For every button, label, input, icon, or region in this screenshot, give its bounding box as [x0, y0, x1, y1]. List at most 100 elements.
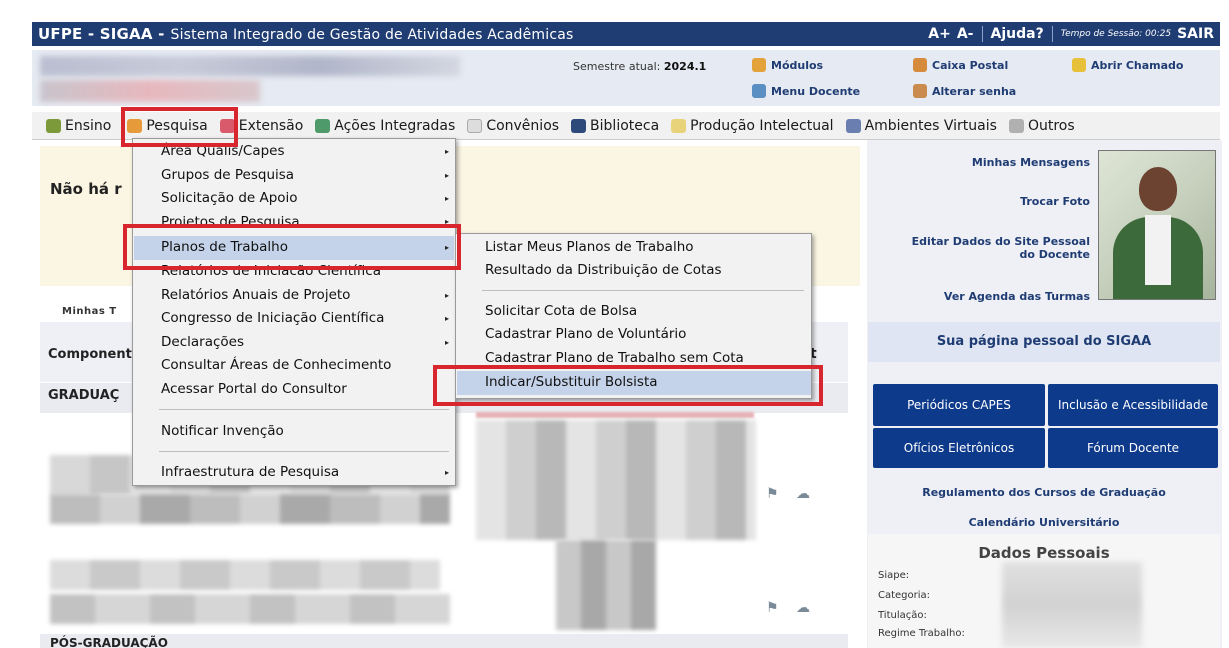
help-link[interactable]: Ajuda? [991, 26, 1044, 42]
exit-link[interactable]: SAIR [1177, 26, 1214, 42]
section-pos-graduacao: PÓS-GRADUAÇÃO [50, 636, 168, 648]
column-componente: Component [48, 347, 132, 362]
highlight-indicar-bolsista [433, 365, 823, 406]
forum-docente-button[interactable]: Fórum Docente [1048, 428, 1218, 468]
submenu-arrow-icon: ▸ [445, 291, 450, 300]
editar-dados-link[interactable]: Editar Dados do Site Pessoal do Docente [880, 235, 1090, 261]
sm-listar-planos[interactable]: Listar Meus Planos de Trabalho [485, 239, 694, 255]
alterar-senha-link[interactable]: Alterar senha [913, 84, 1016, 98]
pagina-pessoal-link[interactable]: Sua página pessoal do SIGAA [868, 322, 1220, 362]
sm-solicitar-cota[interactable]: Solicitar Cota de Bolsa [485, 303, 637, 319]
profile-photo [1098, 150, 1216, 300]
blurred-row [50, 594, 450, 624]
outros-icon [1008, 118, 1024, 133]
dados-pessoais-title: Dados Pessoais [978, 544, 1110, 562]
dd-infraestrutura[interactable]: Infraestrutura de Pesquisa [161, 464, 339, 480]
ambientes-icon [845, 118, 861, 133]
photo-head [1139, 167, 1177, 211]
dd-projetos-pesquisa[interactable]: Projetos de Pesquisa [161, 214, 300, 224]
trocar-foto-link[interactable]: Trocar Foto [900, 195, 1090, 208]
modulos-icon [752, 58, 766, 72]
menu-separator [482, 290, 804, 291]
dd-declaracoes[interactable]: Declarações [161, 334, 244, 350]
submenu-arrow-icon: ▸ [445, 338, 450, 347]
chat-icon[interactable]: ☁ [796, 486, 810, 502]
mailbox-icon [913, 58, 927, 72]
regime-label: Regime Trabalho: [878, 628, 965, 639]
convenios-icon [467, 118, 483, 133]
submenu-arrow-icon: ▸ [445, 194, 450, 203]
titulacao-label: Titulação: [878, 610, 927, 621]
biblioteca-icon [571, 118, 587, 133]
submenu-arrow-icon: ▸ [445, 147, 450, 156]
abrir-chamado-link[interactable]: Abrir Chamado [1072, 58, 1183, 72]
session-timer: Tempo de Sessão: 00:25 [1060, 29, 1172, 39]
pesquisa-dropdown: Área Qualis/Capes ▸ Grupos de Pesquisa ▸… [132, 138, 456, 486]
blurred-cell [476, 420, 756, 540]
dd-consultar-areas[interactable]: Consultar Áreas de Conhecimento [161, 357, 391, 373]
top-bar: UFPE - SIGAA - Sistema Integrado de Gestã… [32, 22, 1220, 46]
ticket-icon [1072, 58, 1086, 72]
announce-icon[interactable]: ⚑ [766, 486, 779, 502]
font-decrease-button[interactable]: A- [957, 26, 974, 42]
modulos-link[interactable]: Módulos [752, 58, 823, 72]
minhas-mensagens-link[interactable]: Minhas Mensagens [900, 156, 1090, 169]
blurred-user-detail [40, 80, 260, 102]
menu-biblioteca[interactable]: Biblioteca [571, 118, 659, 134]
system-title: UFPE - SIGAA - Sistema Integrado de Gestã… [38, 25, 574, 43]
acoes-icon [315, 118, 331, 133]
divider [981, 26, 983, 42]
blurred-row [50, 494, 450, 524]
dd-portal-consultor[interactable]: Acessar Portal do Consultor [161, 381, 347, 397]
sm-cadastrar-sem-cota[interactable]: Cadastrar Plano de Trabalho sem Cota [485, 350, 744, 363]
calendario-link[interactable]: Calendário Universitário [868, 516, 1220, 529]
system-subtitle: Sistema Integrado de Gestão de Atividade… [170, 27, 574, 43]
current-semester: Semestre atual: 2024.1 [573, 60, 707, 73]
inclusao-acessibilidade-button[interactable]: Inclusão e Acessibilidade [1048, 384, 1218, 426]
siape-label: Siape: [878, 570, 910, 581]
oficios-eletronicos-button[interactable]: Ofícios Eletrônicos [873, 428, 1045, 468]
dd-notificar-invencao[interactable]: Notificar Invenção [161, 423, 284, 439]
menu-docente-link[interactable]: Menu Docente [752, 84, 860, 98]
menu-docente-icon [752, 84, 766, 98]
dd-relatorios-anuais[interactable]: Relatórios Anuais de Projeto [161, 287, 350, 303]
blurred-row [50, 560, 440, 590]
photo-shirt [1145, 215, 1171, 285]
dd-congresso[interactable]: Congresso de Iniciação Científica [161, 310, 384, 326]
top-right-controls: A+ A- Ajuda? Tempo de Sessão: 00:25 SAIR [928, 26, 1220, 42]
sm-resultado-distribuicao[interactable]: Resultado da Distribuição de Cotas [485, 262, 722, 278]
menu-separator [159, 409, 449, 410]
blurred-personal-data [1002, 562, 1142, 648]
submenu-arrow-icon: ▸ [445, 314, 450, 323]
dd-solicitacao-apoio[interactable]: Solicitação de Apoio [161, 190, 298, 206]
dd-grupos-pesquisa[interactable]: Grupos de Pesquisa [161, 167, 294, 183]
divider [1051, 26, 1053, 42]
periodicos-capes-button[interactable]: Periódicos CAPES [873, 384, 1045, 426]
announce-icon[interactable]: ⚑ [766, 600, 779, 616]
menu-ensino[interactable]: Ensino [46, 118, 111, 134]
blurred-cell [556, 540, 656, 630]
regulamento-link[interactable]: Regulamento dos Cursos de Graduação [868, 486, 1220, 499]
categoria-label: Categoria: [878, 590, 931, 601]
highlight-planos-trabalho [123, 224, 461, 270]
chat-icon[interactable]: ☁ [796, 600, 810, 616]
blurred-user-name [40, 56, 460, 76]
submenu-arrow-icon: ▸ [445, 171, 450, 180]
menu-producao-intelectual[interactable]: Produção Intelectual [671, 118, 834, 134]
notice-text: Não há r [50, 180, 122, 198]
blurred-bar [476, 412, 754, 418]
ver-agenda-link[interactable]: Ver Agenda das Turmas [880, 290, 1090, 303]
menu-outros[interactable]: Outros [1008, 118, 1075, 134]
ensino-icon [46, 118, 61, 133]
sigaa-page: UFPE - SIGAA - Sistema Integrado de Gestã… [0, 0, 1229, 648]
menu-acoes-integradas[interactable]: Ações Integradas [315, 118, 455, 134]
menu-separator [159, 451, 449, 452]
caixa-postal-link[interactable]: Caixa Postal [913, 58, 1008, 72]
producao-icon [671, 118, 687, 133]
menu-convenios[interactable]: Convênios [467, 118, 559, 134]
section-graduacao: GRADUAÇ [48, 388, 120, 403]
font-increase-button[interactable]: A+ [928, 26, 951, 42]
highlight-pesquisa [121, 107, 238, 147]
sm-cadastrar-voluntario[interactable]: Cadastrar Plano de Voluntário [485, 326, 686, 342]
menu-ambientes-virtuais[interactable]: Ambientes Virtuais [845, 118, 997, 134]
